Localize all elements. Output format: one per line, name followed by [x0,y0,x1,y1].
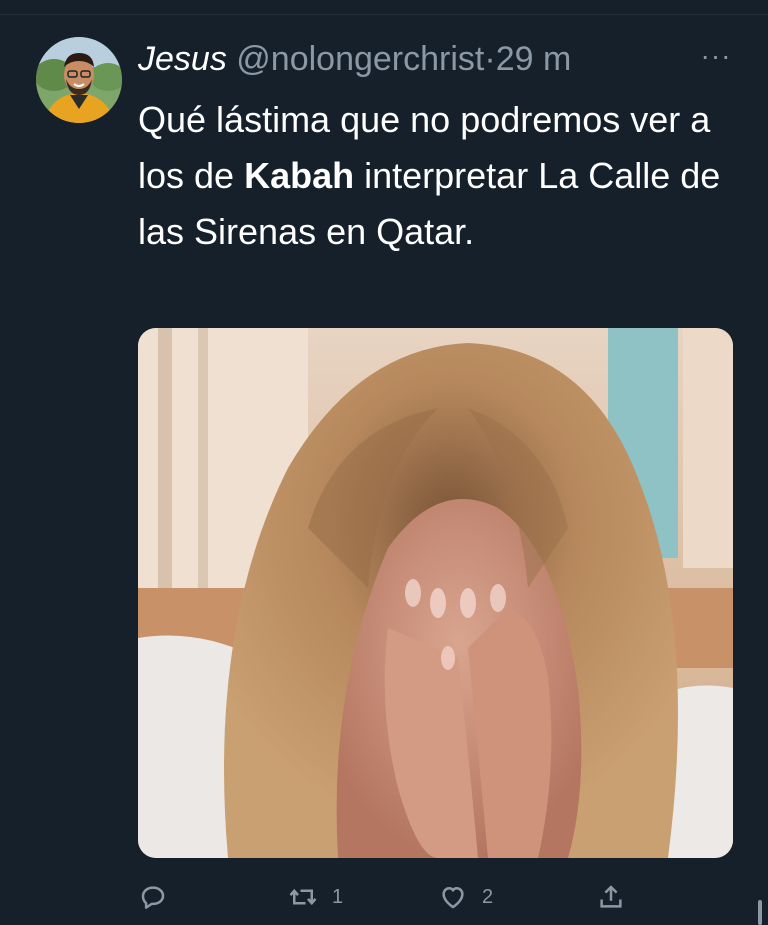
top-divider [0,0,768,15]
tweet-text-mention: Kabah [244,155,355,196]
retweet-icon [289,888,317,906]
tweet-actions: 1 2 [138,872,738,922]
avatar-image [36,37,122,123]
tweet-header: Jesus @nolongerchrist·29 m [138,34,738,84]
scrollbar[interactable] [758,900,762,925]
more-icon[interactable]: ··· [694,34,738,84]
share-icon [600,885,622,908]
share-button[interactable] [596,872,626,922]
tweet-text: Qué lástima que no podremos ver a los de… [138,92,738,260]
like-count: 2 [482,885,494,908]
like-button[interactable]: 2 [438,872,493,922]
heart-icon [442,887,464,909]
author-name[interactable]: Jesus [138,40,227,78]
media-picture [138,328,733,858]
retweet-button[interactable]: 1 [288,872,343,922]
author-handle[interactable]: @nolongerchrist [236,40,484,78]
timestamp[interactable]: 29 m [496,40,572,78]
reply-button[interactable] [138,872,182,922]
reply-icon [141,886,165,909]
avatar[interactable] [36,37,122,123]
separator: · [484,40,496,78]
retweet-count: 1 [332,885,344,908]
tweet-media-image[interactable] [138,328,733,858]
